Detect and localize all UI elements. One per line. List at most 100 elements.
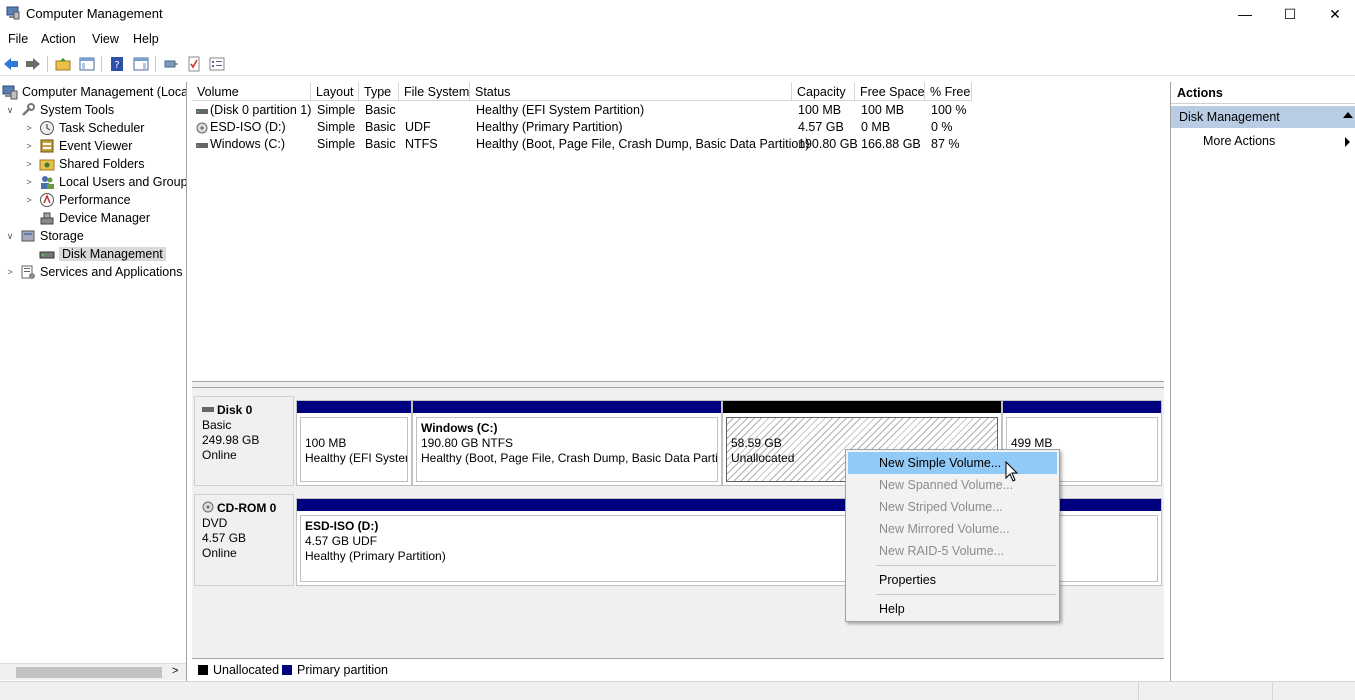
- minimize-button[interactable]: —: [1222, 0, 1268, 28]
- tree-item-device-manager[interactable]: Device Manager: [39, 209, 150, 227]
- cell-percent-free: 100 %: [931, 103, 967, 117]
- menu-action[interactable]: Action: [41, 32, 76, 46]
- tree-item-label: Performance: [59, 193, 131, 207]
- menu-item-new-spanned-volume[interactable]: New Spanned Volume...: [848, 474, 1057, 496]
- cell-status: Healthy (EFI System Partition): [476, 103, 645, 117]
- table-row[interactable]: ESD-ISO (D:): [192, 119, 311, 136]
- menu-file[interactable]: File: [8, 32, 28, 46]
- cdrom-0-label[interactable]: CD-ROM 0 DVD 4.57 GB Online: [194, 494, 294, 586]
- actions-section-disk-management[interactable]: Disk Management: [1171, 106, 1355, 128]
- computer-management-icon: [6, 6, 20, 20]
- partition-windows-c[interactable]: Windows (C:) 190.80 GB NTFS Healthy (Boo…: [412, 400, 722, 486]
- cell-free-space: 166.88 GB: [861, 137, 921, 151]
- disk-size: 249.98 GB: [202, 433, 260, 447]
- tree-item-root[interactable]: Computer Management (Local: [2, 83, 186, 101]
- tree-item-event-viewer[interactable]: Event Viewer: [39, 137, 132, 155]
- tree-item-services-and-applications[interactable]: Services and Applications: [20, 263, 182, 281]
- tree-item-shared-folders[interactable]: Shared Folders: [39, 155, 144, 173]
- legend-primary-label: Primary partition: [297, 663, 388, 677]
- cell-capacity: 4.57 GB: [798, 120, 844, 134]
- back-icon[interactable]: [2, 55, 20, 73]
- navigation-tree: Computer Management (Local ∨ System Tool…: [0, 82, 187, 681]
- partition-size: 190.80 GB NTFS: [421, 436, 514, 450]
- column-header-free-space[interactable]: Free Space: [855, 82, 925, 101]
- tree-item-label: Local Users and Groups: [59, 175, 187, 189]
- legend-primary-swatch: [282, 665, 292, 675]
- tree-item-system-tools[interactable]: System Tools: [20, 101, 114, 119]
- collapse-arrow-icon[interactable]: ∨: [5, 101, 15, 119]
- forward-icon[interactable]: [24, 55, 42, 73]
- cell-volume: Windows (C:): [210, 137, 286, 151]
- expand-arrow-icon[interactable]: >: [24, 137, 34, 155]
- checklist-icon[interactable]: [185, 55, 203, 73]
- column-header-layout[interactable]: Layout: [311, 82, 359, 101]
- disk-icon: [39, 251, 55, 259]
- column-header-status[interactable]: Status: [470, 82, 792, 101]
- menu-separator: [876, 565, 1056, 566]
- more-actions-link[interactable]: More Actions: [1203, 134, 1275, 148]
- partition-bar: [1003, 401, 1161, 413]
- column-header-percent-free[interactable]: % Free: [925, 82, 972, 101]
- expand-arrow-icon[interactable]: >: [5, 263, 15, 281]
- cell-status: Healthy (Boot, Page File, Crash Dump, Ba…: [476, 137, 810, 151]
- disk-0-label[interactable]: Disk 0 Basic 249.98 GB Online: [194, 396, 294, 486]
- tree-item-task-scheduler[interactable]: Task Scheduler: [39, 119, 144, 137]
- tree-item-disk-management[interactable]: Disk Management: [39, 245, 166, 263]
- menu-item-new-striped-volume[interactable]: New Striped Volume...: [848, 496, 1057, 518]
- menu-view[interactable]: View: [92, 32, 119, 46]
- column-header-type[interactable]: Type: [359, 82, 399, 101]
- tree-item-local-users-and-groups[interactable]: Local Users and Groups: [39, 173, 187, 191]
- column-header-file-system[interactable]: File System: [399, 82, 470, 101]
- menu-item-new-simple-volume[interactable]: New Simple Volume...: [848, 452, 1057, 474]
- menu-item-properties[interactable]: Properties: [848, 569, 1057, 591]
- properties-list-icon[interactable]: [208, 55, 226, 73]
- show-hide-action-pane-icon[interactable]: [132, 55, 150, 73]
- menu-item-help[interactable]: Help: [848, 598, 1057, 620]
- maximize-button[interactable]: ☐: [1267, 0, 1313, 28]
- connect-icon[interactable]: [162, 55, 180, 73]
- expand-arrow-icon[interactable]: >: [24, 119, 34, 137]
- tree-horizontal-scrollbar[interactable]: >: [0, 663, 186, 680]
- partition-efi[interactable]: 100 MB Healthy (EFI System: [296, 400, 412, 486]
- close-button[interactable]: ✕: [1312, 0, 1355, 28]
- cell-type: Basic: [365, 103, 396, 117]
- tree-item-label: Task Scheduler: [59, 121, 145, 135]
- toolbar: ?: [0, 52, 1355, 76]
- tree-item-label: Event Viewer: [59, 139, 133, 153]
- cell-free-space: 0 MB: [861, 120, 891, 134]
- device-manager-icon: [40, 212, 54, 225]
- submenu-arrow-icon: [1345, 137, 1350, 147]
- volume-icon: [196, 142, 208, 148]
- actions-header: Actions: [1171, 82, 1355, 104]
- expand-arrow-icon[interactable]: >: [24, 173, 34, 191]
- partition-name: [305, 421, 403, 436]
- expand-arrow-icon[interactable]: >: [24, 155, 34, 173]
- disk-type: DVD: [202, 516, 228, 530]
- menu-item-new-raid5-volume[interactable]: New RAID-5 Volume...: [848, 540, 1057, 562]
- tree-item-label: System Tools: [40, 103, 115, 117]
- menu-help[interactable]: Help: [133, 32, 159, 46]
- performance-icon: [40, 193, 54, 207]
- scrollbar-thumb[interactable]: [16, 667, 162, 678]
- partition-bar: [413, 401, 721, 413]
- actions-pane: Actions Disk Management More Actions: [1170, 82, 1355, 681]
- show-hide-tree-icon[interactable]: [78, 55, 96, 73]
- scroll-right-arrow-icon[interactable]: >: [172, 665, 178, 677]
- menu-item-new-mirrored-volume[interactable]: New Mirrored Volume...: [848, 518, 1057, 540]
- collapse-up-icon[interactable]: [1343, 112, 1353, 118]
- disk-status: Online: [202, 546, 237, 560]
- collapse-arrow-icon[interactable]: ∨: [5, 227, 15, 245]
- cell-layout: Simple: [317, 137, 356, 151]
- partition-size: 100 MB: [305, 436, 347, 450]
- column-header-capacity[interactable]: Capacity: [792, 82, 855, 101]
- tree-item-storage[interactable]: Storage: [20, 227, 84, 245]
- table-row[interactable]: (Disk 0 partition 1): [192, 102, 311, 119]
- partition-name: [731, 421, 993, 436]
- tree-item-performance[interactable]: Performance: [39, 191, 131, 209]
- table-row[interactable]: Windows (C:): [192, 136, 311, 153]
- up-folder-icon[interactable]: [54, 55, 72, 73]
- help-icon[interactable]: ?: [108, 55, 126, 73]
- column-header-volume[interactable]: Volume: [192, 82, 311, 101]
- legend-unallocated-label: Unallocated: [213, 663, 280, 677]
- expand-arrow-icon[interactable]: >: [24, 191, 34, 209]
